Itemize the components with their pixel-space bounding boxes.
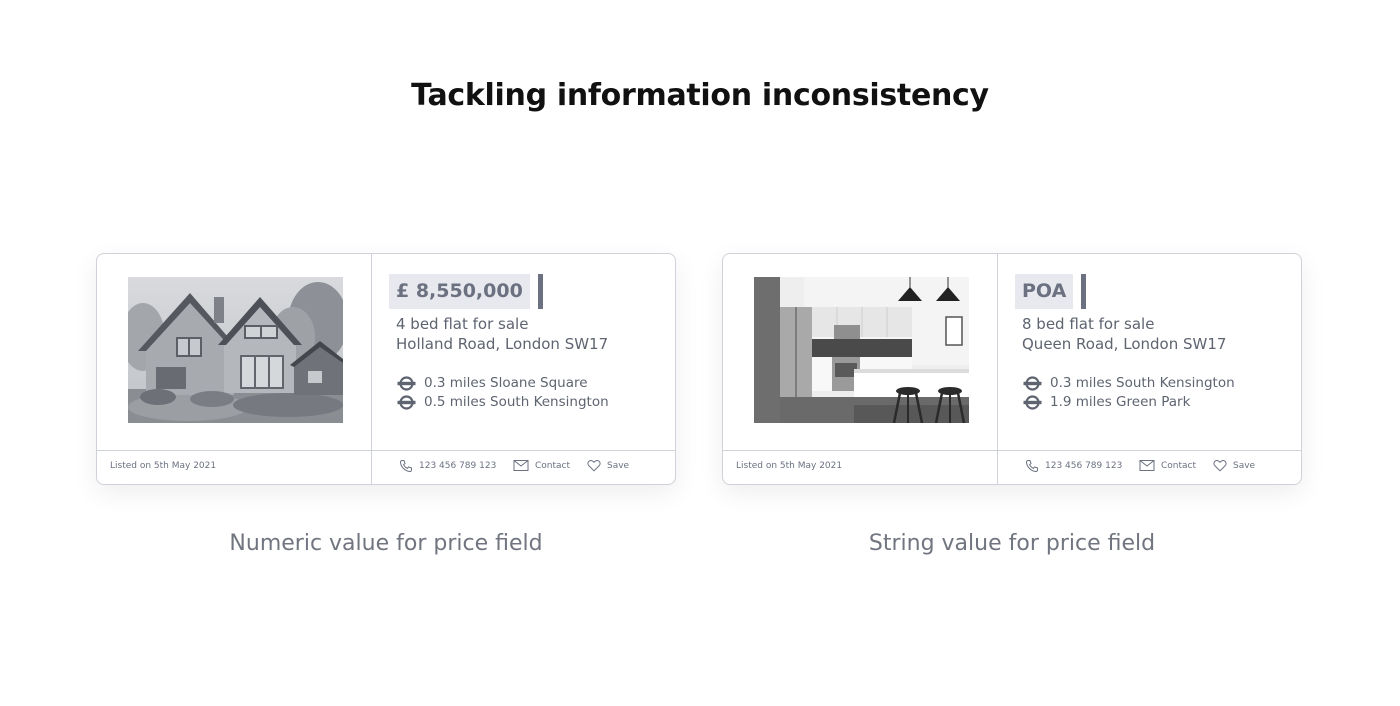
price-value: POA	[1015, 274, 1074, 309]
save-button[interactable]: Save	[1213, 459, 1255, 472]
house-photo	[128, 277, 343, 423]
mail-icon	[513, 460, 529, 471]
contact-button[interactable]: Contact	[513, 459, 570, 472]
save-button[interactable]: Save	[587, 459, 629, 472]
save-label: Save	[1233, 460, 1256, 471]
listing-type: 8 bed flat for sale	[1022, 315, 1155, 333]
contact-label: Contact	[535, 460, 571, 471]
contact-button[interactable]: Contact	[1139, 459, 1196, 472]
contact-label: Contact	[1161, 460, 1197, 471]
heart-icon	[1213, 460, 1227, 472]
page-title: Tackling information inconsistency	[411, 78, 989, 113]
station-label: 0.3 miles Sloane Square	[424, 375, 588, 391]
mail-icon	[1139, 460, 1155, 471]
listed-date: Listed on 5th May 2021	[110, 461, 217, 471]
property-card-string[interactable]: POA 8 bed flat for sale Queen Road, Lond…	[722, 253, 1302, 485]
listed-date: Listed on 5th May 2021	[736, 461, 843, 471]
underground-roundel-icon	[1023, 394, 1042, 410]
save-label: Save	[607, 460, 630, 471]
kitchen-photo	[754, 277, 969, 423]
footer-divider	[97, 450, 675, 451]
phone-number: 123 456 789 123	[1045, 461, 1123, 471]
price-value: £ 8,550,000	[389, 274, 530, 309]
phone-icon	[399, 460, 412, 473]
listing-type: 4 bed flat for sale	[396, 315, 529, 333]
caption-numeric: Numeric value for price field	[229, 531, 543, 556]
phone-button[interactable]: 123 456 789 123	[1025, 459, 1122, 473]
underground-roundel-icon	[397, 394, 416, 410]
caption-string: String value for price field	[868, 531, 1156, 556]
heart-icon	[587, 460, 601, 472]
phone-icon	[1025, 460, 1038, 473]
price-chip: POA	[1015, 274, 1087, 309]
listing-address: Holland Road, London SW17	[396, 335, 609, 353]
station-label: 0.3 miles South Kensington	[1050, 375, 1235, 391]
price-accent-bar	[537, 274, 543, 309]
station-item: 0.3 miles Sloane Square	[397, 375, 588, 391]
price-accent-bar	[1081, 274, 1087, 309]
underground-roundel-icon	[397, 375, 416, 391]
station-label: 0.5 miles South Kensington	[424, 394, 609, 410]
phone-button[interactable]: 123 456 789 123	[399, 459, 496, 473]
listing-address: Queen Road, London SW17	[1022, 335, 1227, 353]
station-label: 1.9 miles Green Park	[1050, 394, 1191, 410]
phone-number: 123 456 789 123	[419, 461, 497, 471]
footer-divider	[723, 450, 1301, 451]
station-item: 0.3 miles South Kensington	[1023, 375, 1235, 391]
price-chip: £ 8,550,000	[389, 274, 543, 309]
station-item: 1.9 miles Green Park	[1023, 394, 1190, 410]
station-item: 0.5 miles South Kensington	[397, 394, 609, 410]
underground-roundel-icon	[1023, 375, 1042, 391]
property-card-numeric[interactable]: £ 8,550,000 4 bed flat for sale Holland …	[96, 253, 676, 485]
